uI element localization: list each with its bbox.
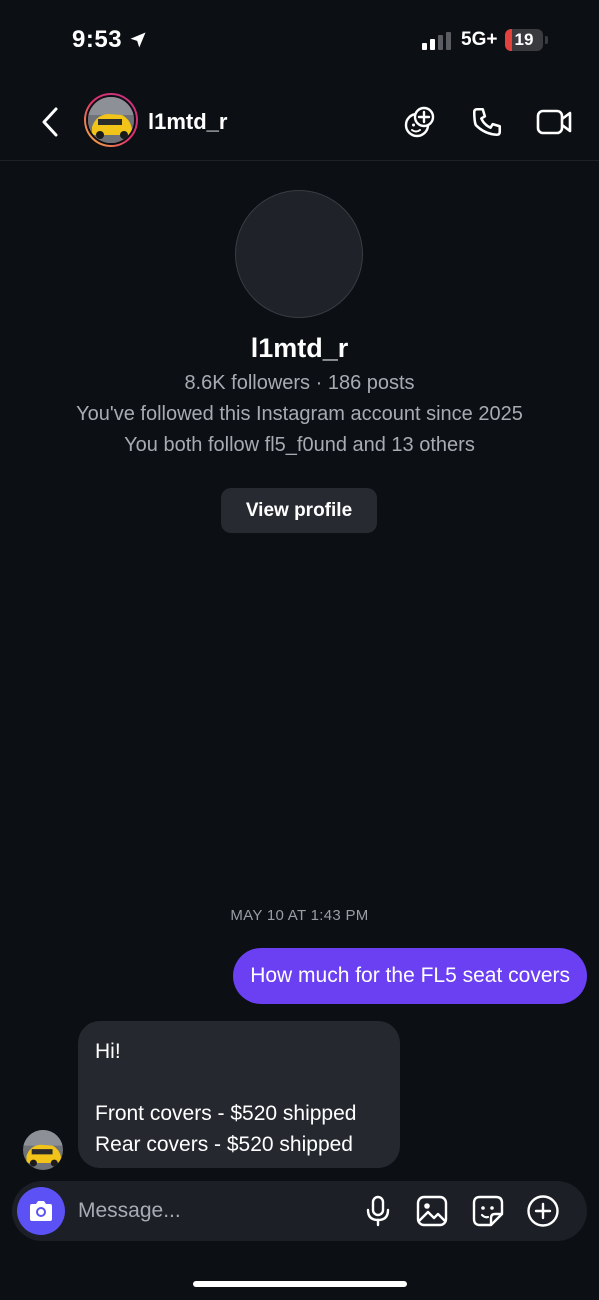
message-timestamp: MAY 10 AT 1:43 PM [230,907,369,924]
header-avatar[interactable] [84,93,138,147]
plus-icon [527,1195,559,1227]
chat-header: l1mtd_r [0,80,599,161]
add-people-button[interactable] [400,102,440,142]
voice-button[interactable] [360,1193,396,1229]
camera-icon [30,1201,52,1221]
header-username[interactable]: l1mtd_r [148,109,227,135]
home-indicator[interactable] [193,1281,407,1287]
phone-icon [472,107,502,137]
message-input[interactable] [78,1181,358,1241]
profile-stats: 8.6K followers · 186 posts [184,372,415,394]
call-button[interactable] [467,102,507,142]
incoming-message[interactable]: Hi! Front covers - $520 shipped Rear cov… [78,1021,400,1168]
video-call-button[interactable] [534,102,574,142]
location-arrow-icon [130,32,146,48]
message-line: Front covers - $520 shipped [95,1102,357,1125]
message-composer [12,1181,587,1241]
profile-avatar[interactable] [235,190,363,318]
more-options-button[interactable] [525,1193,561,1229]
sticker-icon [472,1195,504,1227]
back-button[interactable] [34,104,66,140]
signal-icon [422,32,451,50]
sticker-button[interactable] [470,1193,506,1229]
video-icon [536,109,572,135]
profile-name: l1mtd_r [250,333,349,363]
avatar-image [86,95,136,145]
battery-icon: 19 [505,29,543,51]
follow-since: You've followed this Instagram account s… [76,403,523,425]
message-line: Hi! [95,1040,121,1063]
battery-level: 19 [514,30,534,49]
outgoing-message[interactable]: How much for the FL5 seat covers [233,948,587,1004]
sender-avatar[interactable] [23,1130,63,1170]
view-profile-button[interactable]: View profile [221,488,377,533]
network-type: 5G+ [461,29,498,50]
status-bar: 9:53 5G+ 19 [0,0,599,80]
gallery-button[interactable] [414,1193,450,1229]
status-time: 9:53 [72,26,148,54]
gallery-icon [416,1195,448,1227]
message-line [95,1067,383,1098]
message-line: Rear covers - $520 shipped [95,1133,353,1156]
battery-tip [545,36,548,44]
microphone-icon [366,1195,390,1227]
camera-button[interactable] [17,1187,65,1235]
time-text: 9:53 [72,26,123,53]
mutual-followers: You both follow fl5_f0und and 13 others [124,434,475,456]
back-icon [42,107,58,137]
add-people-icon [404,106,435,138]
